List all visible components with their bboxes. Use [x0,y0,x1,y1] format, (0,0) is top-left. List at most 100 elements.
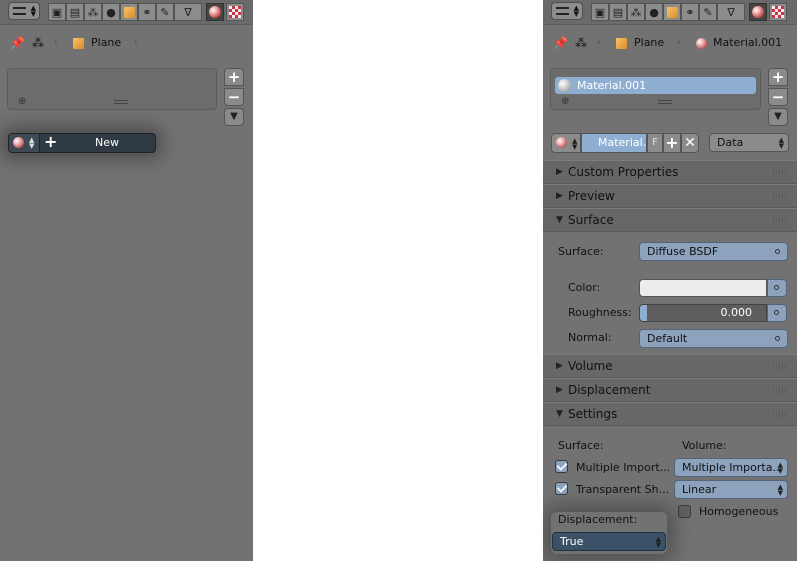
panel-header-preview[interactable]: ▶ Preview [543,184,797,208]
browse-material-button[interactable]: ▲ ▼ [9,134,40,152]
material-slot-list[interactable]: Material.001 ⊕ [550,68,761,110]
volume-sampling-value: Multiple Importa... [682,461,783,474]
tab-world[interactable]: ● [102,3,120,21]
remove-slot-button[interactable]: − [224,88,244,106]
tab-texture[interactable] [226,3,244,21]
fake-user-button[interactable]: F [647,133,663,153]
tab-object[interactable] [663,3,681,21]
editor-type-button[interactable]: ▲ ▼ [551,2,583,20]
volume-interpolation-value: Linear [682,483,717,496]
panel-header-surface[interactable]: ▼ Surface [543,208,797,232]
list-item[interactable]: Material.001 [555,77,756,94]
constraints-icon: ⚭ [142,5,152,19]
tab-modifiers[interactable]: ✎ [699,3,717,21]
panel-drag-grip-icon[interactable] [773,218,787,223]
roughness-socket-button[interactable] [767,304,787,322]
displacement-method-dropdown[interactable]: True ▲ ▼ [552,532,666,551]
data-icon: ∇ [727,5,735,19]
path-separator-icon: › [677,38,681,48]
tab-render[interactable]: ▣ [48,3,66,21]
add-slot-button[interactable]: + [768,68,788,86]
list-grip-icon[interactable] [114,100,128,104]
panel-header-custom-properties[interactable]: ▶ Custom Properties [543,160,797,184]
slot-specials-menu-button[interactable]: ▼ [768,108,788,126]
tab-material[interactable] [206,3,224,21]
normal-label: Normal: [568,331,612,344]
tab-scene[interactable]: ⁂ [84,3,102,21]
collapse-triangle-icon: ▼ [556,409,563,419]
panel-drag-grip-icon[interactable] [773,388,787,393]
surface-shader-dropdown[interactable]: Diffuse BSDF [639,242,788,261]
tab-data[interactable]: ∇ [174,3,202,21]
properties-editor-right: ▲ ▼ ▣ ▤ ⁂ ● ⚭ ✎ ∇ 📌 ⁂ › Plane › Material.… [543,0,797,561]
panel-drag-grip-icon[interactable] [773,194,787,199]
panel-title: Displacement [568,383,651,397]
tab-constraints[interactable]: ⚭ [681,3,699,21]
new-material-button[interactable]: + [663,133,681,153]
link-select-dropdown[interactable]: Data ▲ ▼ [709,133,789,152]
tab-material[interactable] [749,3,767,21]
list-grip-icon[interactable] [658,100,672,104]
expand-triangle-icon: ▶ [556,385,563,395]
updown-arrows-icon: ▲ ▼ [777,461,783,475]
tab-texture[interactable] [769,3,787,21]
pin-icon[interactable]: 📌 [553,36,568,50]
surface-shader-label: Surface: [558,245,604,258]
panel-header-settings[interactable]: ▼ Settings [543,402,797,426]
object-icon [123,6,135,18]
context-path-bar: 📌 ⁂ › Plane › [0,32,253,54]
tab-constraints[interactable]: ⚭ [138,3,156,21]
panel-title: Preview [568,189,615,203]
panel-drag-grip-icon[interactable] [773,364,787,369]
tab-object[interactable] [120,3,138,21]
roughness-slider[interactable]: 0.000 [639,304,767,322]
scene-path-icon: ⁂ [32,36,44,50]
settings-surface-header: Surface: [558,439,604,452]
world-icon: ● [649,5,659,19]
socket-link-icon [775,249,780,254]
tab-scene[interactable]: ⁂ [627,3,645,21]
pin-icon[interactable]: 📌 [10,36,25,50]
slider-fill [640,305,647,321]
homogeneous-checkbox[interactable] [678,505,691,518]
material-preview-icon [558,79,571,92]
material-name-field[interactable]: Material. [581,133,647,153]
tab-data[interactable]: ∇ [717,3,745,21]
tab-render-layers[interactable]: ▤ [609,3,627,21]
panel-drag-grip-icon[interactable] [773,412,787,417]
tab-render[interactable]: ▣ [591,3,609,21]
transparent-shadows-checkbox[interactable] [555,482,568,495]
panel-header-volume[interactable]: ▶ Volume [543,354,797,378]
texture-icon [772,6,784,18]
browse-material-button[interactable]: ▲ ▼ [551,133,581,153]
minus-icon: − [771,87,785,106]
plus-icon: + [771,67,785,86]
material-sphere-icon [13,137,24,148]
panel-header-displacement[interactable]: ▶ Displacement [543,378,797,402]
editor-type-button[interactable]: ▲ ▼ [8,2,40,20]
list-resize-plus-icon: ⊕ [18,96,27,107]
unlink-material-button[interactable]: ✕ [681,133,699,153]
color-socket-button[interactable] [767,279,787,297]
updown-arrows-icon: ▲ ▼ [572,137,578,151]
updown-arrows-icon: ▲ ▼ [29,136,35,150]
tab-modifiers[interactable]: ✎ [156,3,174,21]
tab-world[interactable]: ● [645,3,663,21]
render-layers-icon: ▤ [69,5,81,19]
slot-specials-menu-button[interactable]: ▼ [224,108,244,126]
new-material-button[interactable]: New [59,134,155,152]
material-slot-list[interactable]: ⊕ [7,68,217,110]
material-icon [752,6,764,18]
add-slot-button[interactable]: + [224,68,244,86]
color-swatch-field[interactable] [639,279,767,297]
path-material-name: Material.001 [713,36,783,49]
tab-render-layers[interactable]: ▤ [66,3,84,21]
volume-interpolation-dropdown[interactable]: Linear ▲ ▼ [674,480,788,499]
volume-sampling-dropdown[interactable]: Multiple Importa... ▲ ▼ [674,458,788,477]
panel-drag-grip-icon[interactable] [773,170,787,175]
remove-slot-button[interactable]: − [768,88,788,106]
settings-volume-header: Volume: [682,439,727,452]
multiple-importance-checkbox[interactable] [555,460,568,473]
normal-dropdown[interactable]: Default [639,329,788,348]
modifiers-icon: ✎ [703,5,713,19]
